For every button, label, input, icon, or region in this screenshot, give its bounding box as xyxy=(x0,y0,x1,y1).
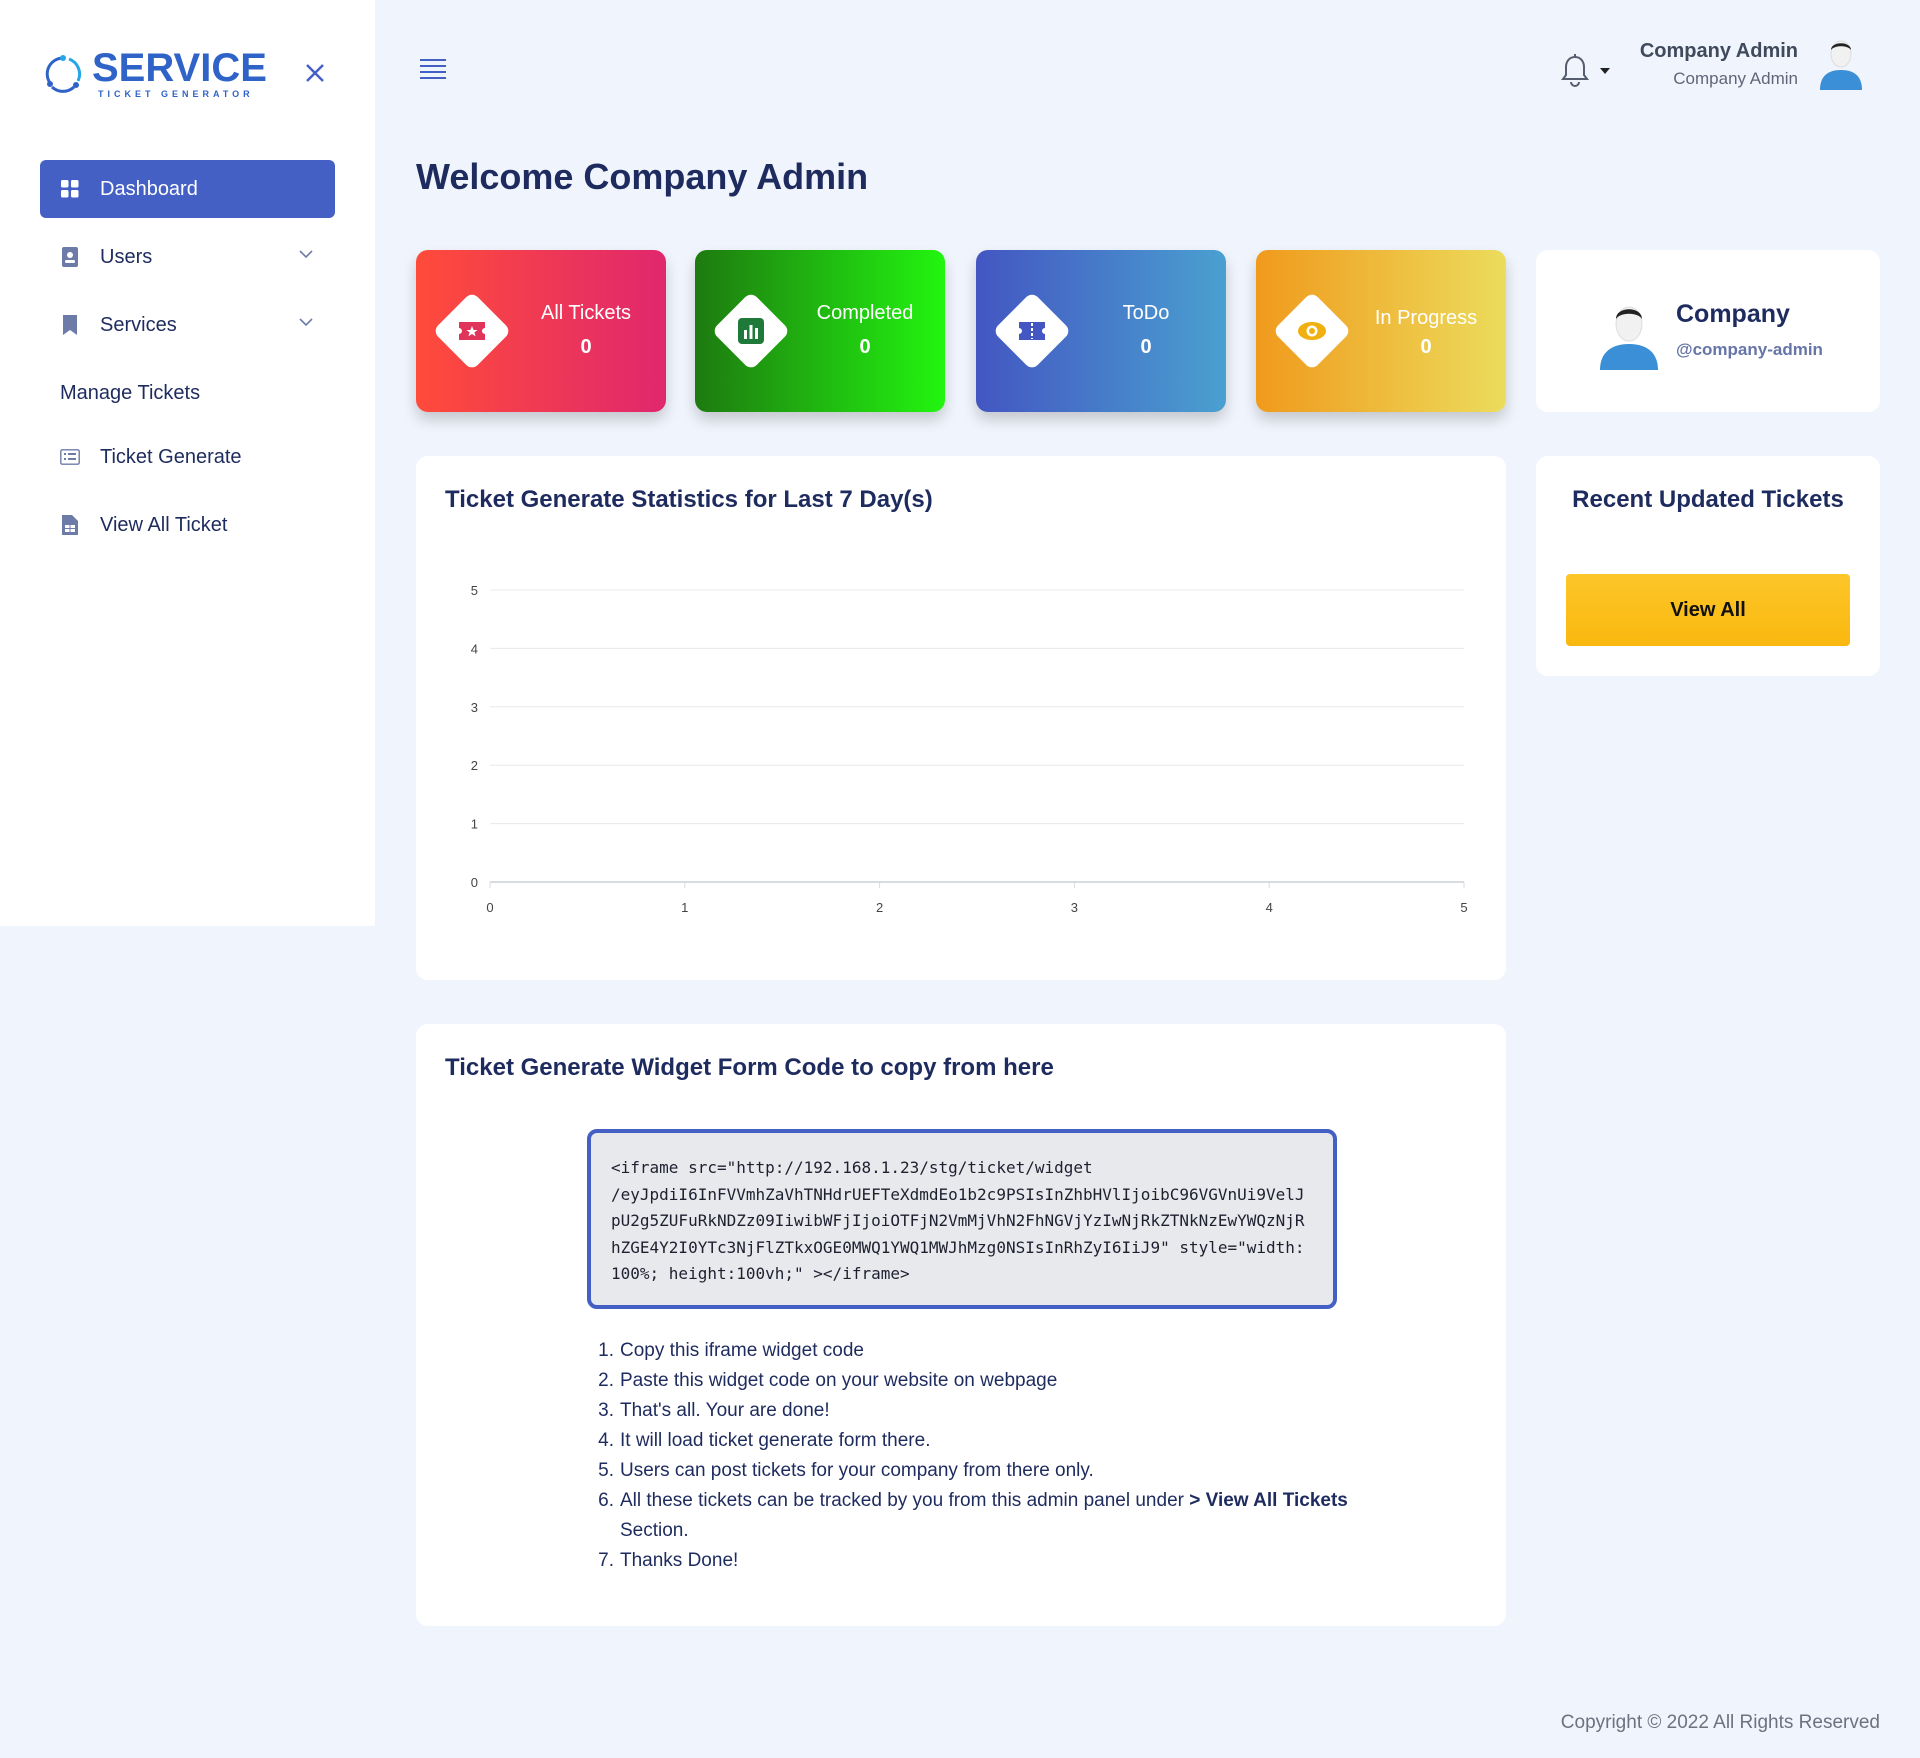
bell-icon xyxy=(1561,54,1589,87)
chevron-down-icon xyxy=(299,318,313,327)
sidebar-item-services[interactable]: Services xyxy=(40,296,335,354)
ticket-icon xyxy=(1014,313,1050,349)
document-icon xyxy=(60,515,80,535)
user-menu[interactable]: Company Admin Company Admin xyxy=(1640,40,1798,89)
list-item: 1. Copy this iframe widget code xyxy=(598,1340,864,1361)
sidebar-item-label: View All Ticket xyxy=(100,513,228,536)
list-item: 6. All these tickets can be tracked by yo… xyxy=(598,1490,1348,1541)
profile-handle: @company-admin xyxy=(1676,340,1823,359)
sidebar-item-label: Users xyxy=(100,245,153,268)
stat-label: Completed xyxy=(816,302,914,324)
profile-name: Company xyxy=(1676,300,1790,328)
line-chart: 0 1 2 3 4 5 0 1 2 3 4 5 xyxy=(471,583,1468,915)
caret-down-icon xyxy=(1600,68,1610,74)
user-role: Company Admin xyxy=(1673,69,1798,88)
hamburger-menu-icon[interactable] xyxy=(418,56,448,82)
recent-tickets-title: Recent Updated Tickets xyxy=(1572,486,1844,513)
stat-label: All Tickets xyxy=(540,302,632,324)
sidebar-item-label: Dashboard xyxy=(100,177,198,200)
sidebar-nav: Dashboard Users Services Manage Tickets … xyxy=(40,160,335,564)
sidebar-section-heading: Manage Tickets xyxy=(60,381,201,404)
x-tick-label: 4 xyxy=(1266,900,1273,915)
sidebar-item-view-all-ticket[interactable]: View All Ticket xyxy=(40,496,335,554)
y-tick-label: 3 xyxy=(471,700,478,715)
view-all-button[interactable]: View All xyxy=(1566,574,1850,646)
page-title: Welcome Company Admin xyxy=(416,156,869,197)
grid-icon xyxy=(60,179,80,199)
sidebar-item-users[interactable]: Users xyxy=(40,228,335,286)
x-tick-label: 1 xyxy=(681,900,688,915)
widget-code-block[interactable]: <iframe src="http://192.168.1.23/stg/tic… xyxy=(587,1129,1337,1309)
logo-title: SERVICE xyxy=(92,46,267,90)
stat-card-all-tickets[interactable]: All Tickets 0 xyxy=(416,250,666,412)
y-tick-label: 1 xyxy=(471,817,478,832)
stat-label: In Progress xyxy=(1374,307,1478,329)
chevron-down-icon xyxy=(299,250,313,259)
sidebar-item-label: Services xyxy=(100,313,177,336)
y-tick-label: 5 xyxy=(471,583,478,598)
user-name: Company Admin xyxy=(1639,40,1798,62)
eye-icon xyxy=(1294,313,1330,349)
stat-label: ToDo xyxy=(1122,302,1170,324)
ticket-star-icon xyxy=(454,313,490,349)
sidebar-item-ticket-generate[interactable]: Ticket Generate xyxy=(40,428,335,486)
list-item: 2. Paste this widget code on your website… xyxy=(598,1370,1058,1391)
view-all-tickets-ref: > View All Tickets xyxy=(1189,1490,1348,1511)
stat-value: 0 xyxy=(1420,336,1432,358)
x-tick-label: 3 xyxy=(1071,900,1078,915)
list-item: 4. It will load ticket generate form ther… xyxy=(598,1430,931,1451)
notifications-dropdown[interactable] xyxy=(1560,54,1612,88)
stat-card-completed[interactable]: Completed 0 xyxy=(695,250,945,412)
profile-card: Company @company-admin xyxy=(1536,250,1880,412)
stat-value: 0 xyxy=(1140,336,1152,358)
avatar[interactable] xyxy=(1818,36,1864,90)
footer-copyright: Copyright © 2022 All Rights Reserved xyxy=(1560,1712,1880,1733)
chart-panel: Ticket Generate Statistics for Last 7 Da… xyxy=(416,456,1506,980)
stat-value: 0 xyxy=(859,336,871,358)
x-tick-label: 5 xyxy=(1460,900,1467,915)
sidebar-item-dashboard[interactable]: Dashboard xyxy=(40,160,335,218)
stat-card-in-progress[interactable]: In Progress 0 xyxy=(1256,250,1506,412)
y-tick-label: 0 xyxy=(471,875,478,890)
list-card-icon xyxy=(60,447,80,467)
bookmark-icon xyxy=(60,315,80,335)
bar-chart-icon xyxy=(733,313,769,349)
sidebar-item-label: Ticket Generate xyxy=(100,445,242,468)
y-tick-label: 4 xyxy=(471,641,478,656)
brand-logo[interactable]: SERVICE TICKET GENERATOR xyxy=(42,48,267,99)
stat-card-todo[interactable]: ToDo 0 xyxy=(976,250,1226,412)
list-item: 5. Users can post tickets for your compan… xyxy=(598,1460,1094,1481)
instructions-list: 1. Copy this iframe widget code 2. Paste t… xyxy=(592,1336,1352,1576)
avatar xyxy=(1600,306,1658,370)
widget-title: Ticket Generate Widget Form Code to copy… xyxy=(445,1054,1054,1081)
recent-tickets-panel: Recent Updated Tickets View All xyxy=(1536,456,1880,676)
user-badge-icon xyxy=(60,247,80,267)
y-tick-label: 2 xyxy=(471,758,478,773)
sidebar: SERVICE TICKET GENERATOR Dashboard Users… xyxy=(0,0,375,926)
list-item: 7. Thanks Done! xyxy=(598,1550,739,1571)
x-tick-label: 0 xyxy=(486,900,493,915)
logo-ring-icon xyxy=(45,54,82,93)
list-item: 3. That's all. Your are done! xyxy=(598,1400,830,1421)
stat-value: 0 xyxy=(580,336,592,358)
x-tick-label: 2 xyxy=(876,900,883,915)
widget-code-panel: Ticket Generate Widget Form Code to copy… xyxy=(416,1024,1506,1626)
logo-subtitle: TICKET GENERATOR xyxy=(98,89,254,99)
close-sidebar-icon[interactable] xyxy=(300,58,330,88)
